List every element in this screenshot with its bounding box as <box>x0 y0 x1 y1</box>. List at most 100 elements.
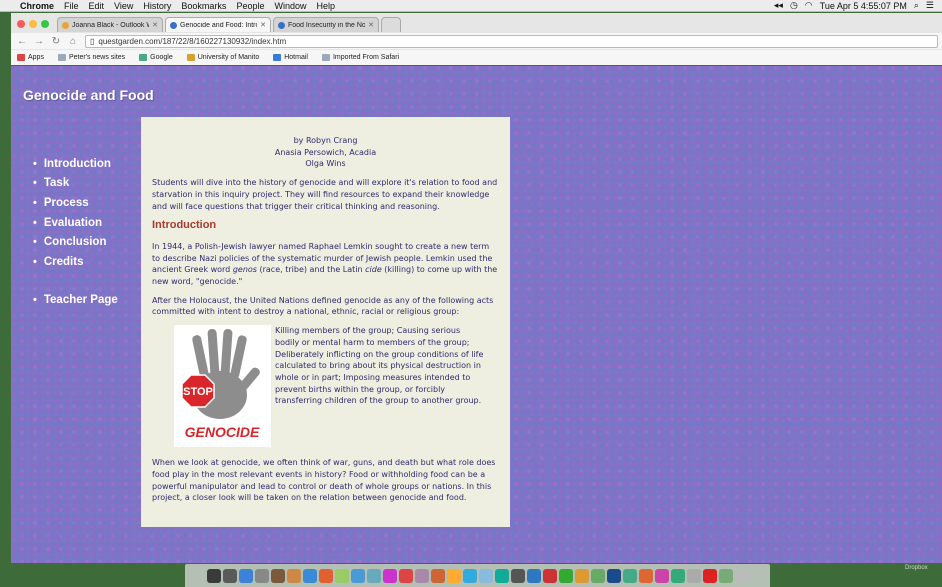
clock-text[interactable]: Tue Apr 5 4:55:07 PM <box>820 1 907 11</box>
bookmark-imported-from-safari[interactable]: Imported From Safari <box>321 54 399 61</box>
nav-link-process[interactable]: Process <box>33 193 118 213</box>
notification-center-icon[interactable]: ☰ <box>926 0 934 11</box>
dock-app-icon[interactable] <box>622 568 637 583</box>
bookmark-label: Apps <box>28 54 44 61</box>
nav-link-evaluation[interactable]: Evaluation <box>33 213 118 233</box>
folder-icon <box>321 54 330 61</box>
dock-app-icon[interactable] <box>222 568 237 583</box>
os-menubar: Chrome File Edit View History Bookmarks … <box>0 0 942 12</box>
spotlight-search-icon[interactable]: ⌕ <box>914 0 919 11</box>
minimize-window-button[interactable] <box>29 20 37 28</box>
close-tab-icon[interactable]: ✕ <box>152 21 158 29</box>
dock-app-icon[interactable] <box>206 568 221 583</box>
dock-app-icon[interactable] <box>366 568 381 583</box>
bookmark-label: University of Manito <box>197 54 260 61</box>
dock-app-icon[interactable] <box>638 568 653 583</box>
hotmail-icon <box>273 54 282 61</box>
bookmark-university-of-manitoba[interactable]: University of Manito <box>186 54 260 61</box>
google-icon <box>139 54 148 61</box>
bookmark-google[interactable]: Google <box>139 54 173 61</box>
dock-app-icon[interactable] <box>446 568 461 583</box>
dock-app-icon[interactable] <box>686 568 701 583</box>
dock-app-icon[interactable] <box>510 568 525 583</box>
back-arrow-icon[interactable]: ← <box>16 36 28 47</box>
outlook-favicon-icon <box>62 21 69 29</box>
dock-app-icon[interactable] <box>414 568 429 583</box>
dock-app-icon[interactable] <box>238 568 253 583</box>
menu-view[interactable]: View <box>114 1 133 11</box>
image-caption-genocide: GENOCIDE <box>185 424 260 440</box>
menu-window[interactable]: Window <box>274 1 306 11</box>
new-tab-button[interactable] <box>381 17 401 32</box>
dock-app-icon[interactable] <box>286 568 301 583</box>
dock-app-icon[interactable] <box>270 568 285 583</box>
dock-app-icon[interactable] <box>574 568 589 583</box>
page-info-icon[interactable]: ▯ <box>90 37 94 46</box>
home-icon[interactable]: ⌂ <box>67 36 79 47</box>
dock-app-icon[interactable] <box>350 568 365 583</box>
food-role-paragraph: When we look at genocide, we often think… <box>152 458 496 503</box>
url-text[interactable]: questgarden.com/187/22/8/160227130932/in… <box>98 37 286 46</box>
dock-app-icon[interactable] <box>590 568 605 583</box>
webpage-viewport[interactable]: Genocide and Food Introduction Task Proc… <box>11 66 942 563</box>
dock-app-icon[interactable] <box>382 568 397 583</box>
dock-app-icon[interactable] <box>606 568 621 583</box>
globe-favicon-icon <box>170 21 177 29</box>
dock-app-icon[interactable] <box>542 568 557 583</box>
reload-icon[interactable]: ↻ <box>50 36 62 47</box>
dock-app-icon[interactable] <box>702 568 717 583</box>
dock-app-icon[interactable] <box>558 568 573 583</box>
menu-edit[interactable]: Edit <box>89 1 105 11</box>
navigation-toolbar: ← → ↻ ⌂ ▯ questgarden.com/187/22/8/16022… <box>11 33 942 49</box>
zoom-window-button[interactable] <box>41 20 49 28</box>
close-window-button[interactable] <box>17 20 25 28</box>
menu-file[interactable]: File <box>64 1 79 11</box>
dock-app-icon[interactable] <box>318 568 333 583</box>
nav-link-teacher-page[interactable]: Teacher Page <box>33 291 118 311</box>
dock-app-icon[interactable] <box>734 568 749 583</box>
dock-app-icon[interactable] <box>398 568 413 583</box>
nav-link-conclusion[interactable]: Conclusion <box>33 232 118 252</box>
dock-app-icon[interactable] <box>430 568 445 583</box>
address-bar[interactable]: ▯ questgarden.com/187/22/8/160227130932/… <box>85 34 938 48</box>
apps-grid-icon <box>17 54 25 61</box>
forward-arrow-icon[interactable]: → <box>33 36 45 47</box>
wifi-icon[interactable]: ◠ <box>805 0 813 11</box>
menu-history[interactable]: History <box>143 1 171 11</box>
dock-app-icon[interactable] <box>254 568 269 583</box>
nav-link-credits[interactable]: Credits <box>33 252 118 272</box>
volume-icon[interactable]: ◂◂ <box>774 0 783 11</box>
globe-favicon-icon <box>278 21 285 29</box>
menu-people[interactable]: People <box>236 1 264 11</box>
term-cide: cide <box>365 265 382 275</box>
tab-outlook[interactable]: Joanna Black - Outlook We ✕ <box>57 17 163 32</box>
dock-app-icon[interactable] <box>462 568 477 583</box>
bookmark-label: Hotmail <box>284 54 308 61</box>
bookmark-peters-news-sites[interactable]: Peter's news sites <box>57 54 126 61</box>
menu-bookmarks[interactable]: Bookmarks <box>181 1 226 11</box>
dock-app-icon[interactable] <box>478 568 493 583</box>
dock-app-icon[interactable] <box>670 568 685 583</box>
dock-app-icon[interactable] <box>526 568 541 583</box>
bookmark-label: Peter's news sites <box>68 54 126 61</box>
dock-app-icon[interactable] <box>334 568 349 583</box>
menu-help[interactable]: Help <box>316 1 335 11</box>
dock-app-icon[interactable] <box>718 568 733 583</box>
clock-icon[interactable]: ◷ <box>790 0 798 11</box>
close-tab-icon[interactable]: ✕ <box>260 21 266 29</box>
dock-app-icon[interactable] <box>494 568 509 583</box>
bookmark-apps[interactable]: Apps <box>17 54 44 61</box>
close-tab-icon[interactable]: ✕ <box>368 21 374 29</box>
dock-app-icon[interactable] <box>654 568 669 583</box>
tab-genocide-and-food[interactable]: Genocide and Food: Introd ✕ <box>165 17 271 32</box>
dock-app-icon[interactable] <box>302 568 317 583</box>
tab-food-insecurity[interactable]: Food Insecurity in the Nort ✕ <box>273 17 379 32</box>
bookmark-hotmail[interactable]: Hotmail <box>273 54 308 61</box>
nav-link-task[interactable]: Task <box>33 174 118 194</box>
tab-label: Joanna Black - Outlook We <box>72 21 150 29</box>
sidebar-nav: Introduction Task Process Evaluation Con… <box>33 154 118 310</box>
author-line: Anasia Persowich, Acadia <box>274 147 377 157</box>
folder-icon <box>57 54 66 61</box>
menu-app-name[interactable]: Chrome <box>20 1 54 11</box>
nav-link-introduction[interactable]: Introduction <box>33 154 118 174</box>
